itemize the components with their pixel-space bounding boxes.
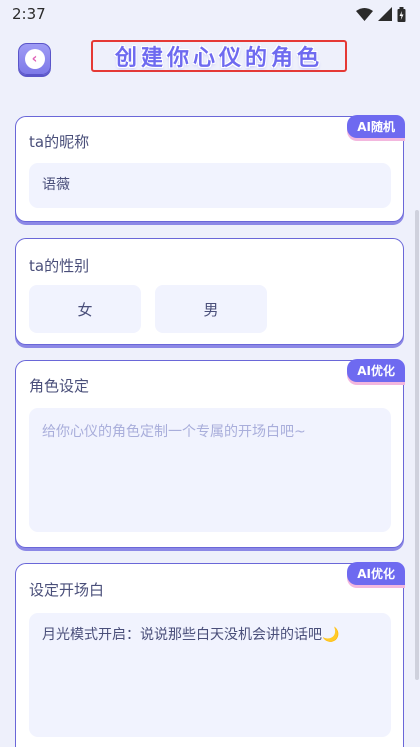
ai-random-button[interactable]: AI随机 <box>347 115 405 138</box>
wifi-icon <box>356 7 373 21</box>
role-setting-label: 角色设定 <box>29 377 90 395</box>
page-title: 创建你心仪的角色 <box>114 46 323 71</box>
gender-card: ta的性别 女 男 <box>15 238 404 345</box>
ai-optimize-role-button[interactable]: AI优化 <box>347 359 405 382</box>
role-setting-textarea[interactable]: 给你心仪的角色定制一个专属的开场白吧~ <box>29 408 391 532</box>
gender-label: ta的性别 <box>29 257 90 275</box>
ai-optimize-opening-button[interactable]: AI优化 <box>347 562 405 585</box>
gender-female-button[interactable]: 女 <box>29 285 141 333</box>
gender-male-button[interactable]: 男 <box>155 285 267 333</box>
opening-card: 设定开场白 AI优化 月光模式开启：说说那些白天没机会讲的话吧🌙 <box>15 562 405 747</box>
opening-label: 设定开场白 <box>29 581 105 599</box>
status-time: 2:37 <box>12 5 46 23</box>
back-button[interactable]: ‹ <box>18 43 51 75</box>
nickname-input[interactable]: 语薇 <box>29 163 391 208</box>
status-bar: 2:37 <box>0 0 420 28</box>
header: ‹ 创建你心仪的角色 <box>0 36 420 82</box>
role-setting-card: 角色设定 AI优化 给你心仪的角色定制一个专属的开场白吧~ <box>15 359 405 548</box>
signal-icon <box>378 7 392 21</box>
nickname-card: ta的昵称 AI随机 语薇 <box>15 115 405 222</box>
scrollbar[interactable] <box>415 210 419 680</box>
back-arrow-icon: ‹ <box>24 49 45 69</box>
opening-value: 月光模式开启：说说那些白天没机会讲的话吧🌙 <box>42 627 340 643</box>
title-box: 创建你心仪的角色 <box>91 40 347 72</box>
role-setting-placeholder: 给你心仪的角色定制一个专属的开场白吧~ <box>42 424 306 440</box>
nickname-value: 语薇 <box>42 177 70 193</box>
opening-textarea[interactable]: 月光模式开启：说说那些白天没机会讲的话吧🌙 <box>29 613 391 737</box>
nickname-label: ta的昵称 <box>29 133 90 151</box>
status-icons <box>356 6 406 22</box>
battery-icon <box>397 6 406 22</box>
